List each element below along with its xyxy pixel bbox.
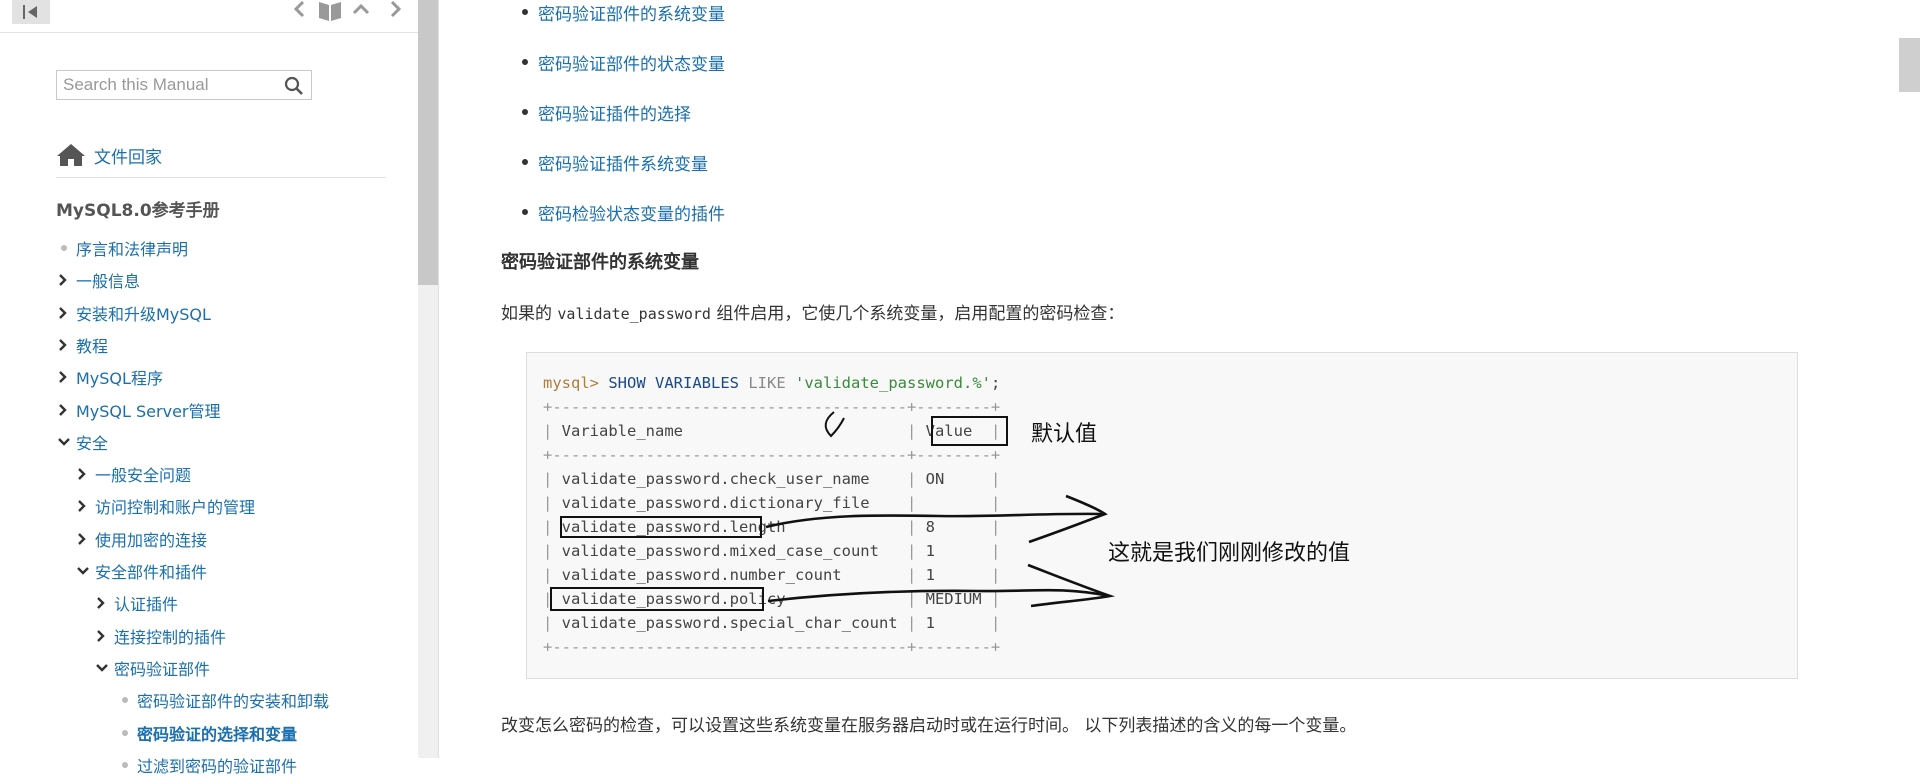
toc-item[interactable]: 安全 [58,428,108,456]
chevron-right-icon [390,0,402,18]
book-icon [319,2,341,21]
chevron-right-icon[interactable] [58,339,68,351]
toc-item[interactable]: 密码验证的选择和变量 [119,719,297,747]
toc-item[interactable]: 序言和法律声明 [58,234,188,262]
sidebar-scrollbar-thumb[interactable] [418,0,438,285]
chevron-down-icon[interactable] [77,565,89,577]
home-link-label: 文件回家 [94,147,162,168]
home-link[interactable]: 文件回家 [56,140,162,170]
toc-item-label: 一般信息 [76,272,141,291]
toc-item[interactable]: MySQL Server管理 [58,396,221,424]
toc-item[interactable]: 使用加密的连接 [77,525,207,553]
toc-book-button[interactable] [318,0,341,21]
home-icon [57,144,85,166]
toc-item-label: 密码验证的选择和变量 [137,725,298,744]
next-page-button[interactable] [386,0,406,20]
toc-item-label: MySQL程序 [76,369,163,388]
toc-item-label: MySQL Server管理 [76,402,221,421]
chevron-right-icon[interactable] [58,274,68,286]
chevron-left-icon [293,0,305,18]
toc-item-label: 一般安全问题 [95,466,192,485]
page-scrollbar-thumb[interactable] [1899,38,1920,92]
toc-item-label: 密码验证部件 [114,660,211,679]
collapse-sidebar-button[interactable] [12,0,50,24]
divider [56,177,386,178]
toc-item[interactable]: 安装和升级MySQL [58,299,211,327]
chevron-right-icon[interactable] [58,404,68,416]
previous-page-button[interactable] [290,0,310,20]
toc-item[interactable]: 教程 [58,331,108,359]
search-icon[interactable] [284,76,304,96]
toc-item[interactable]: 认证插件 [96,589,178,617]
chevron-right-icon[interactable] [96,597,106,609]
toc-item-label: 安装和升级MySQL [76,305,211,324]
bullet-dot-icon [119,759,129,771]
default-value-annotation: 默认值 [1031,422,1098,447]
bullet-dot-icon [119,727,129,739]
toc-item[interactable]: 一般安全问题 [77,460,191,488]
toc-item[interactable]: 密码验证部件的安装和卸载 [119,686,329,714]
chevron-right-icon[interactable] [58,307,68,319]
modified-value-annotation: 这就是我们刚刚修改的值 [1108,541,1351,566]
main-content: 密码验证部件的系统变量 密码验证部件的状态变量 密码验证插件的选择 密码验证插件… [439,0,1899,758]
toc-item[interactable]: 访问控制和账户的管理 [77,492,255,520]
toc-item[interactable]: 一般信息 [58,266,140,294]
toc-item[interactable]: 过滤到密码的验证部件 [119,751,297,779]
chevron-right-icon[interactable] [77,468,87,480]
toc-item-label: 使用加密的连接 [95,531,208,550]
chevron-right-icon[interactable] [77,500,87,512]
toc-item[interactable]: MySQL程序 [58,363,163,391]
bullet-dot-icon [119,694,129,706]
toc-item-label: 密码验证部件的安装和卸载 [137,692,330,711]
toc-item-label: 认证插件 [114,595,179,614]
toc-item[interactable]: 安全部件和插件 [77,557,207,585]
chevron-up-icon [352,3,370,15]
chevron-right-icon[interactable] [96,630,106,642]
toc-item-label: 过滤到密码的验证部件 [137,757,298,776]
search-box [56,70,312,100]
toc-item-label: 安全部件和插件 [95,563,208,582]
bullet-dot-icon [58,242,68,254]
arrow-left-icon [23,5,37,19]
toc-item-label: 连接控制的插件 [114,628,227,647]
chevron-right-icon[interactable] [77,533,87,545]
closing-paragraph: 改变怎么密码的检查，可以设置这些系统变量在服务器启动时或在运行时间。 以下列表描… [501,716,1357,736]
toc-item-label: 序言和法律声明 [76,240,189,259]
toc-item-label: 访问控制和账户的管理 [95,498,256,517]
sidebar-toolbar [0,0,418,33]
manual-title[interactable]: MySQL8.0参考手册 [56,196,220,221]
toc-item-label: 安全 [76,434,109,453]
chevron-down-icon[interactable] [96,662,108,674]
chevron-down-icon[interactable] [58,436,70,448]
chevron-right-icon[interactable] [58,371,68,383]
toc-item-label: 教程 [76,337,109,356]
toc-item[interactable]: 密码验证部件 [96,654,210,682]
toc-item[interactable]: 连接控制的插件 [96,622,226,650]
up-page-button[interactable] [352,0,372,20]
annotation-arrows [765,411,1116,608]
search-input[interactable] [63,75,278,95]
sidebar: 文件回家 MySQL8.0参考手册 序言和法律声明一般信息安装和升级MySQL 教… [0,0,418,776]
